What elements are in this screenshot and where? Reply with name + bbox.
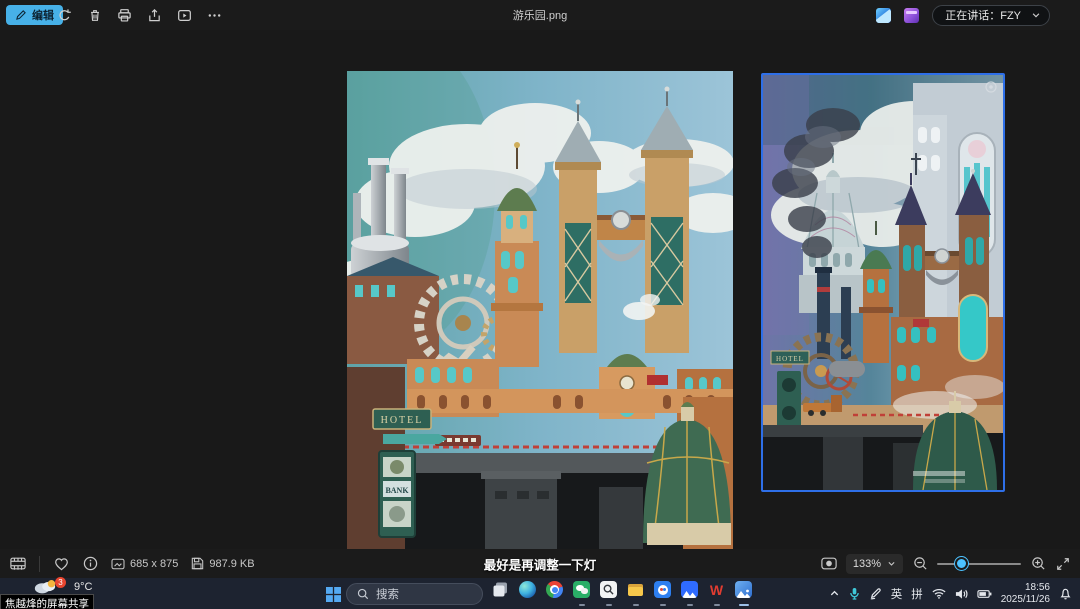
bank-sign-text: BANK — [385, 486, 409, 495]
clock-date: 2025/11/26 — [1001, 594, 1050, 606]
artist-watermark — [913, 471, 965, 476]
weather-badge: 3 — [55, 577, 66, 588]
statusbar-divider — [39, 556, 40, 572]
photos-app-window: 编辑 游乐园.png — [0, 0, 1080, 609]
widgets-weather-button[interactable]: 3 9°C — [33, 579, 92, 594]
variant-thumbnail-selected[interactable]: HOTEL — [761, 73, 1005, 492]
notification-bell-icon[interactable] — [1059, 587, 1072, 600]
thumb-hotel-sign-text: HOTEL — [776, 355, 804, 363]
filmstrip-toggle-button[interactable] — [10, 556, 26, 572]
zoom-in-button[interactable] — [1030, 556, 1046, 572]
edit-button[interactable]: 编辑 — [6, 5, 63, 25]
taskbar-search-box[interactable]: 搜索 — [346, 583, 483, 605]
battery-icon[interactable] — [977, 589, 992, 599]
start-button[interactable] — [322, 583, 344, 605]
pencil-icon — [15, 9, 27, 21]
slideshow-button[interactable] — [176, 7, 193, 24]
screen-share-banner: 焦越烽的屏幕共享 — [0, 594, 94, 609]
viewer-canvas: HOTEL BANK — [0, 30, 1080, 549]
chrome-app-icon[interactable] — [546, 581, 563, 607]
edit-button-label: 编辑 — [32, 7, 54, 23]
clock-time: 18:56 — [1001, 582, 1050, 594]
titlebar: 编辑 游乐园.png — [0, 0, 1080, 30]
lanhu-app-icon[interactable] — [681, 581, 698, 607]
favorite-button[interactable] — [53, 556, 69, 572]
ime-english-indicator[interactable]: 英 — [891, 586, 903, 602]
task-view-button[interactable] — [492, 581, 509, 607]
cloud-icon — [33, 579, 57, 594]
file-explorer-app-icon[interactable] — [627, 581, 644, 607]
fit-to-window-button[interactable] — [821, 556, 837, 572]
wifi-icon[interactable] — [932, 588, 946, 599]
photos-app-icon[interactable] — [735, 581, 752, 607]
fullscreen-button[interactable] — [1055, 556, 1071, 572]
search-placeholder: 搜索 — [376, 586, 399, 602]
microphone-tray-icon[interactable] — [849, 587, 860, 600]
chevron-down-icon — [1031, 10, 1041, 20]
save-icon — [191, 557, 204, 570]
rotate-button[interactable] — [56, 7, 73, 24]
volume-icon[interactable] — [955, 588, 968, 600]
hotel-sign-text: HOTEL — [381, 415, 424, 426]
tray-chevron-up-icon[interactable] — [829, 588, 840, 599]
wechat-app-icon[interactable] — [573, 581, 590, 607]
zoom-out-button[interactable] — [912, 556, 928, 572]
windows-logo-icon — [326, 587, 341, 602]
taskbar-clock[interactable]: 18:56 2025/11/26 — [1001, 582, 1050, 606]
main-photo[interactable]: HOTEL BANK — [347, 71, 733, 566]
share-button[interactable] — [146, 7, 163, 24]
meeting-app-icon[interactable] — [654, 581, 671, 607]
weather-temp: 9°C — [74, 581, 92, 593]
info-button[interactable] — [82, 556, 98, 572]
screenshot-tool-app-icon[interactable] — [600, 581, 617, 607]
image-dimensions: 685 x 875 — [111, 558, 178, 570]
pen-tray-icon[interactable] — [869, 587, 882, 600]
zoom-level-dropdown[interactable]: 133% — [846, 554, 903, 574]
overlay-caption: 最好是再调整一下灯 — [484, 554, 597, 573]
print-button[interactable] — [116, 7, 133, 24]
system-tray: 英 拼 18:56 2025/11/26 — [829, 578, 1072, 609]
more-options-button[interactable] — [206, 7, 223, 24]
zoom-level-value: 133% — [853, 558, 881, 570]
screen-share-app-icon[interactable] — [876, 8, 891, 23]
speaking-indicator-pill[interactable]: 正在讲话：FZY — [932, 5, 1050, 26]
delete-button[interactable] — [86, 7, 103, 24]
search-icon — [357, 588, 369, 600]
chevron-down-icon — [887, 559, 896, 568]
zoom-slider-thumb[interactable] — [955, 557, 968, 570]
ime-pinyin-indicator[interactable]: 拼 — [911, 586, 923, 602]
edge-app-icon[interactable] — [519, 581, 536, 607]
purple-app-icon[interactable] — [904, 8, 919, 23]
dimensions-icon — [111, 558, 125, 570]
speaking-label: 正在讲话：FZY — [945, 7, 1021, 23]
statusbar: 685 x 875 987.9 KB 最好是再调整一下灯 133% — [0, 549, 1080, 578]
file-size: 987.9 KB — [191, 557, 254, 570]
wps-app-icon[interactable]: W — [708, 581, 725, 607]
zoom-slider[interactable] — [937, 556, 1021, 572]
